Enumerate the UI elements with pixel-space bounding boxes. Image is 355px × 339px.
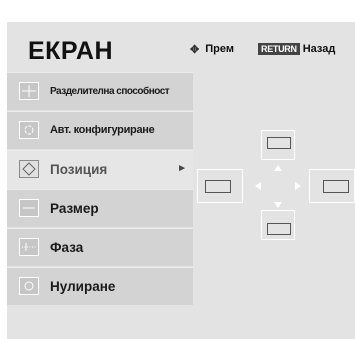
position-diagram	[197, 130, 355, 242]
move-hint-label: Прем	[205, 43, 234, 55]
menu-item-position[interactable]: Позиция ►	[7, 150, 193, 188]
menu-item-phase[interactable]: Фаза	[7, 228, 193, 266]
arrow-left-icon	[255, 182, 261, 190]
menu-item-label: Позиция	[50, 162, 108, 177]
menu-item-size[interactable]: Размер	[7, 189, 193, 227]
submenu-arrow-icon: ►	[177, 163, 187, 174]
menu-title: ЕКРАН	[28, 37, 114, 65]
return-hint-label: Назад	[302, 43, 336, 55]
menu-item-label: Размер	[50, 201, 99, 216]
resolution-icon	[19, 82, 39, 100]
menu-item-resolution[interactable]: Разделителна способност	[7, 72, 193, 110]
position-down-box	[261, 210, 295, 240]
menu-item-reset[interactable]: Нулиране	[7, 267, 193, 305]
size-icon	[19, 199, 39, 217]
screen-settings-menu: Разделителна способност Авт. конфигурира…	[7, 72, 193, 306]
position-right-box	[309, 169, 355, 203]
position-left-box	[197, 169, 243, 203]
arrow-down-icon	[274, 202, 282, 208]
arrow-right-icon	[295, 182, 301, 190]
move-hint: ✥ Прем	[190, 42, 234, 56]
phase-icon	[19, 238, 39, 256]
menu-item-label: Фаза	[50, 240, 84, 255]
menu-item-label: Разделителна способност	[50, 86, 170, 97]
return-hint: RETURN Назад	[258, 42, 335, 56]
position-icon	[19, 160, 39, 178]
position-up-box	[261, 130, 295, 160]
arrow-up-icon	[274, 165, 282, 171]
move-arrows-icon: ✥	[190, 43, 200, 56]
menu-item-auto-config[interactable]: Авт. конфигуриране	[7, 111, 193, 149]
menu-item-label: Нулиране	[50, 279, 116, 294]
reset-icon	[19, 277, 39, 295]
menu-item-label: Авт. конфигуриране	[50, 124, 155, 136]
return-key-badge: RETURN	[258, 43, 300, 55]
auto-config-icon	[19, 121, 39, 139]
